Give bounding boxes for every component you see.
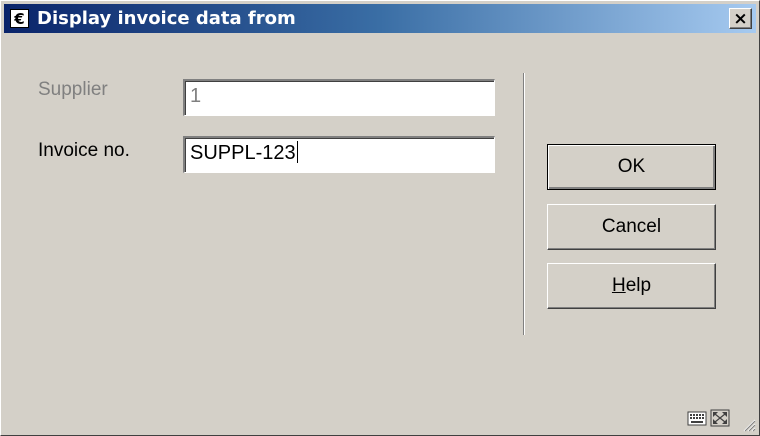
help-button-label: Help: [612, 275, 651, 297]
euro-app-icon: €: [10, 9, 29, 28]
cancel-button-label: Cancel: [601, 216, 662, 237]
help-mnemonic: H: [611, 275, 626, 296]
resize-icon[interactable]: [710, 409, 730, 427]
keyboard-icon[interactable]: [687, 409, 707, 427]
help-label-rest: elp: [625, 275, 652, 296]
cancel-button[interactable]: Cancel: [547, 204, 716, 250]
text-caret: [296, 141, 298, 163]
close-button[interactable]: ×: [729, 8, 752, 29]
help-button[interactable]: Help: [547, 263, 716, 309]
invoice-no-label: Invoice no.: [38, 140, 130, 161]
ok-button-label: OK: [617, 156, 646, 177]
resize-grip-icon[interactable]: [742, 418, 756, 432]
window-title: Display invoice data from: [37, 8, 296, 29]
invoice-no-field[interactable]: SUPPL-123: [183, 136, 495, 173]
vertical-divider: [523, 73, 525, 335]
supplier-field: 1: [183, 79, 495, 116]
title-bar[interactable]: € Display invoice data from ×: [4, 4, 756, 33]
supplier-value: 1: [190, 85, 202, 107]
dialog-window: € Display invoice data from × Supplier 1…: [0, 0, 760, 436]
invoice-no-value: SUPPL-123: [190, 142, 296, 164]
supplier-label: Supplier: [38, 79, 108, 100]
close-icon: ×: [733, 8, 748, 29]
ok-button[interactable]: OK: [547, 144, 716, 190]
